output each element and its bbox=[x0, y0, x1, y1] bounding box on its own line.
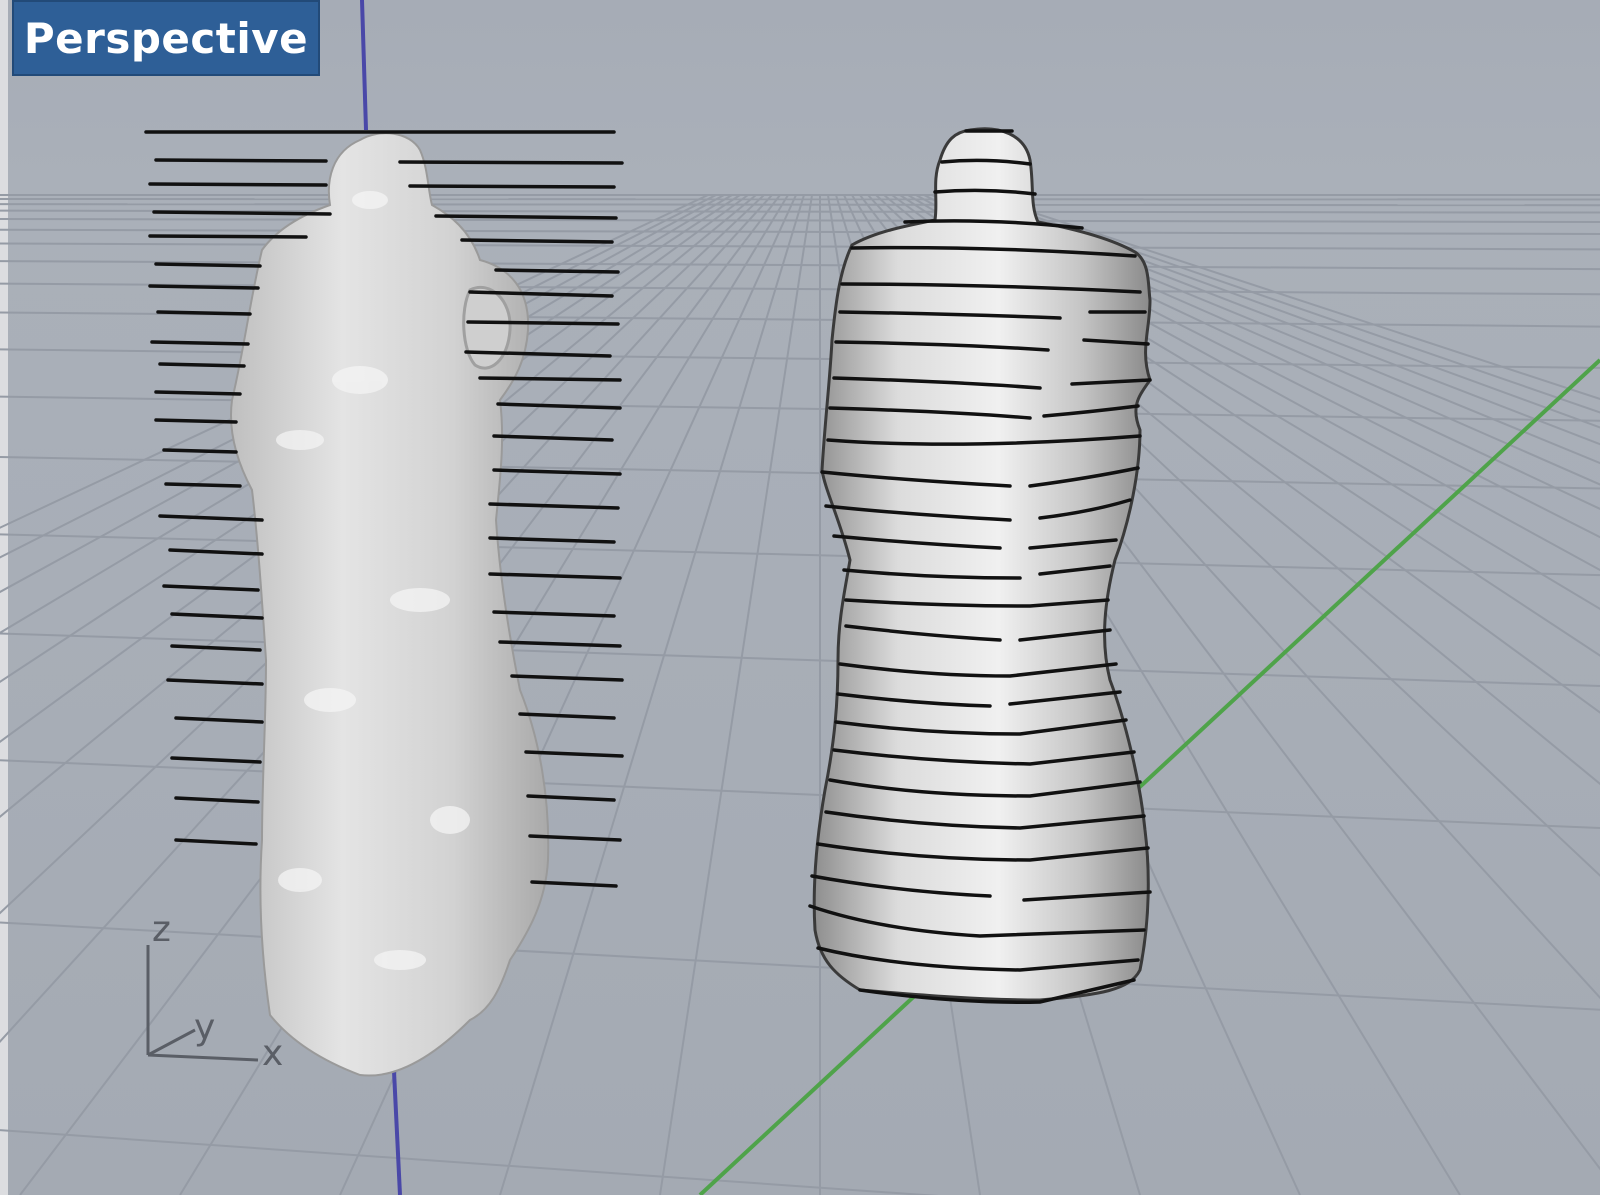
scan-section-line bbox=[170, 612, 264, 620]
scan-section-line bbox=[148, 182, 328, 187]
scan-section-line bbox=[496, 402, 622, 410]
z-axis-line bbox=[360, 0, 368, 131]
scan-section-line bbox=[164, 482, 242, 488]
grid-line-depth bbox=[659, 194, 813, 1195]
gizmo-z-label: z bbox=[152, 909, 171, 950]
grid-line-depth bbox=[499, 194, 805, 1195]
scan-section-line bbox=[148, 234, 308, 239]
scan-section-line bbox=[152, 210, 332, 216]
scan-section-line bbox=[154, 262, 262, 268]
scan-section-line bbox=[148, 284, 260, 290]
gizmo-y-label: y bbox=[194, 1007, 216, 1048]
scan-section-line bbox=[488, 536, 616, 544]
scan-section-line bbox=[478, 376, 622, 382]
scan-section-line bbox=[170, 644, 262, 652]
scan-section-line bbox=[434, 214, 618, 220]
scan-section-line bbox=[460, 238, 614, 244]
scan-section-line bbox=[466, 320, 620, 326]
scan-section-line bbox=[492, 468, 622, 476]
scan-section-line bbox=[156, 310, 252, 316]
grid-line-width bbox=[0, 921, 1600, 1011]
grid-line-width bbox=[0, 218, 1600, 223]
scan-section-line bbox=[174, 716, 264, 724]
scanned-arm-hole bbox=[462, 285, 512, 370]
scan-section-line bbox=[408, 184, 616, 189]
scan-section-line bbox=[498, 640, 622, 648]
grid-line-width bbox=[0, 632, 1600, 688]
scan-section-line bbox=[518, 712, 616, 720]
scan-section-line bbox=[170, 756, 262, 764]
grid-line-width bbox=[0, 242, 1600, 251]
scan-section-line bbox=[492, 434, 614, 442]
gizmo-x-label: x bbox=[262, 1033, 284, 1074]
scan-section-line bbox=[494, 268, 620, 274]
grid-line-width bbox=[0, 228, 1600, 235]
scan-section-line bbox=[150, 340, 250, 346]
scan-section-line bbox=[488, 572, 622, 580]
scan-section-line bbox=[510, 674, 624, 682]
grid-line-width bbox=[0, 1129, 939, 1195]
scan-section-line bbox=[154, 390, 242, 396]
scan-section-line bbox=[174, 838, 258, 846]
scan-section-line bbox=[168, 548, 264, 556]
viewport-title-tab[interactable]: Perspective bbox=[12, 0, 320, 76]
perspective-viewport[interactable]: Perspective z y x bbox=[0, 0, 1600, 1195]
scene-canvas[interactable] bbox=[0, 0, 1600, 1195]
grid-line-width bbox=[0, 759, 1600, 830]
scan-section-line bbox=[162, 584, 260, 592]
grid-line-width bbox=[0, 203, 1600, 207]
scan-section-line bbox=[154, 418, 238, 424]
scan-section-line bbox=[492, 610, 616, 618]
scan-section-line bbox=[162, 448, 238, 454]
scanned-torso-mesh[interactable] bbox=[230, 132, 550, 1077]
smoothed-torso-surface[interactable] bbox=[812, 127, 1152, 1002]
scan-section-line bbox=[174, 796, 260, 804]
scan-section-line bbox=[158, 514, 264, 522]
scan-section-line bbox=[154, 158, 328, 163]
scan-section-line bbox=[158, 362, 246, 368]
scan-section-line bbox=[398, 160, 624, 165]
